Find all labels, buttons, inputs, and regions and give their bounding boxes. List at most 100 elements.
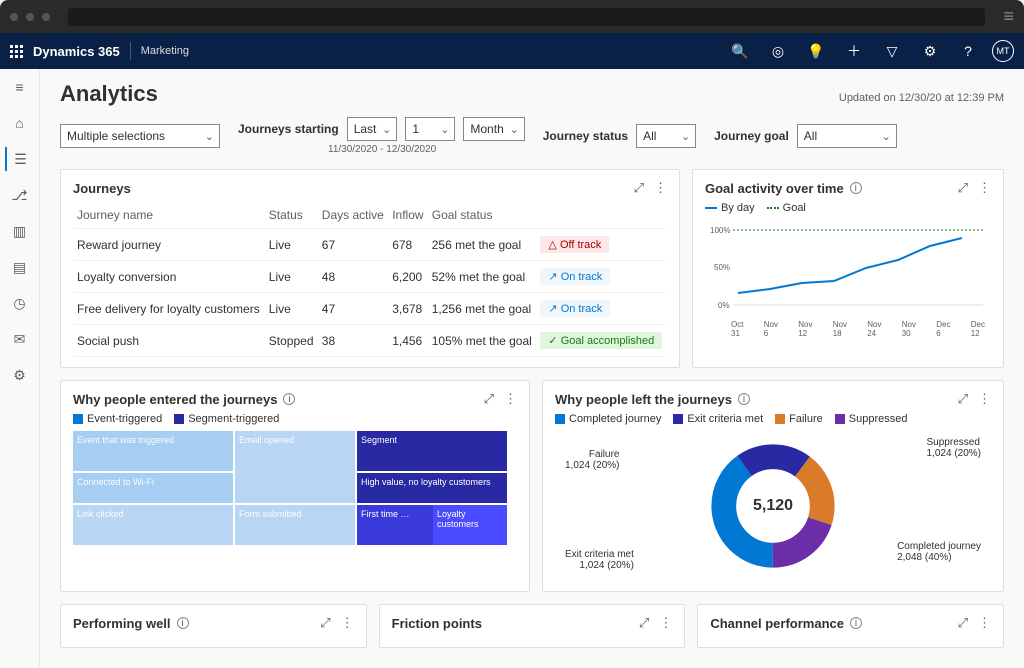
status-badge: ↗ On track <box>540 268 610 285</box>
lbl-failure: Failure <box>565 449 619 460</box>
nav-settings-icon[interactable]: ⚙ <box>5 363 35 387</box>
expand-icon[interactable]: ⤢ <box>639 615 649 631</box>
nav-reports-icon[interactable]: ▥ <box>5 219 35 243</box>
cell: 256 met the goal <box>428 229 537 261</box>
table-row[interactable]: Social pushStopped381,456105% met the go… <box>73 325 667 357</box>
window-dot <box>26 13 34 21</box>
cell: Live <box>265 229 318 261</box>
more-icon[interactable]: ⋮ <box>341 615 354 631</box>
lightbulb-icon[interactable]: 💡 <box>802 37 830 65</box>
gear-icon[interactable]: ⚙ <box>916 37 944 65</box>
target-icon[interactable]: ◎ <box>764 37 792 65</box>
period-last-select[interactable]: Last <box>347 117 398 141</box>
nav-analytics-icon[interactable]: ☰ <box>5 147 35 171</box>
cell: 38 <box>318 325 388 357</box>
table-row[interactable]: Reward journeyLive67678256 met the goal△… <box>73 229 667 261</box>
col-header: Status <box>265 202 318 229</box>
svg-text:100%: 100% <box>710 226 730 235</box>
left-nav: ≡ ⌂ ☰ ⎇ ▥ ▤ ◷ ✉ ⚙ <box>0 69 40 668</box>
expand-icon[interactable]: ⤢ <box>958 180 968 196</box>
browser-menu-icon[interactable]: ≡ <box>1003 6 1014 27</box>
scope-select[interactable]: Multiple selections <box>60 124 220 148</box>
cell: Loyalty conversion <box>73 261 265 293</box>
more-icon[interactable]: ⋮ <box>978 615 991 631</box>
module-name: Marketing <box>141 45 189 57</box>
leg-failure: Failure <box>789 413 823 425</box>
address-bar[interactable] <box>68 8 985 26</box>
nav-globe-icon[interactable]: ◷ <box>5 291 35 315</box>
info-icon[interactable]: i <box>850 182 862 194</box>
expand-icon[interactable]: ⤢ <box>634 180 644 196</box>
info-icon[interactable]: i <box>850 617 862 629</box>
more-icon[interactable]: ⋮ <box>654 180 667 196</box>
nav-home-icon[interactable]: ⌂ <box>5 111 35 135</box>
cell: Free delivery for loyalty customers <box>73 293 265 325</box>
expand-icon[interactable]: ⤢ <box>320 615 330 631</box>
nav-chat-icon[interactable]: ✉ <box>5 327 35 351</box>
lbl-comp-v: 2,048 (40%) <box>897 552 981 563</box>
leg-completed: Completed journey <box>569 413 661 425</box>
treemap-chart: Event that was triggered Connected to Wi… <box>73 431 517 545</box>
lbl-sup: Suppressed <box>927 437 981 448</box>
cell-badge: ✓ Goal accomplished <box>536 325 667 357</box>
info-icon[interactable]: i <box>283 393 295 405</box>
more-icon[interactable]: ⋮ <box>978 180 991 196</box>
goal-line-chart: 100% 50% 0% Oct31Nov6Nov12Nov18Nov24Nov3… <box>705 220 991 320</box>
leg-exit: Exit criteria met <box>687 413 763 425</box>
cell: Stopped <box>265 325 318 357</box>
tm-tile: Connected to Wi-Fi <box>73 473 233 503</box>
help-icon[interactable]: ? <box>954 37 982 65</box>
lbl-failure-v: 1,024 (20%) <box>565 460 619 471</box>
goal-select[interactable]: All <box>797 124 897 148</box>
svg-text:50%: 50% <box>714 263 730 272</box>
page-title: Analytics <box>60 81 158 107</box>
goal-activity-title: Goal activity over time <box>705 181 844 196</box>
expand-icon[interactable]: ⤢ <box>484 391 494 407</box>
expand-icon[interactable]: ⤢ <box>958 391 968 407</box>
cell: 3,678 <box>388 293 428 325</box>
topbar: Dynamics 365 Marketing 🔍 ◎ 💡 ＋ ▽ ⚙ ? MT <box>0 33 1024 69</box>
brand-name: Dynamics 365 <box>33 44 120 59</box>
period-unit-select[interactable]: Month <box>463 117 524 141</box>
svg-text:0%: 0% <box>718 301 730 310</box>
more-icon[interactable]: ⋮ <box>978 391 991 407</box>
avatar[interactable]: MT <box>992 40 1014 62</box>
period-count-select[interactable]: 1 <box>405 117 455 141</box>
app-launcher-icon[interactable] <box>10 45 23 58</box>
left-card: Why people left the journeys i ⤢ ⋮ Compl… <box>542 380 1004 592</box>
channel-title: Channel performance <box>710 616 844 631</box>
nav-assets-icon[interactable]: ▤ <box>5 255 35 279</box>
cell: 67 <box>318 229 388 261</box>
status-badge: △ Off track <box>540 236 609 253</box>
cell: 678 <box>388 229 428 261</box>
performing-card: Performing well i ⤢ ⋮ <box>60 604 367 648</box>
nav-collapse-icon[interactable]: ≡ <box>5 75 35 99</box>
col-header: Inflow <box>388 202 428 229</box>
table-row[interactable]: Free delivery for loyalty customersLive4… <box>73 293 667 325</box>
search-icon[interactable]: 🔍 <box>726 37 754 65</box>
expand-icon[interactable]: ⤢ <box>958 615 968 631</box>
cell-badge: ↗ On track <box>536 261 667 293</box>
nav-journeys-icon[interactable]: ⎇ <box>5 183 35 207</box>
performing-title: Performing well <box>73 616 171 631</box>
divider <box>130 42 131 60</box>
cell: 105% met the goal <box>428 325 537 357</box>
plus-icon[interactable]: ＋ <box>840 37 868 65</box>
journeys-title: Journeys <box>73 181 131 196</box>
info-icon[interactable]: i <box>177 617 189 629</box>
info-icon[interactable]: i <box>738 393 750 405</box>
status-select[interactable]: All <box>636 124 696 148</box>
cell: Reward journey <box>73 229 265 261</box>
cell-badge: ↗ On track <box>536 293 667 325</box>
donut-total: 5,120 <box>753 497 793 515</box>
more-icon[interactable]: ⋮ <box>504 391 517 407</box>
table-row[interactable]: Loyalty conversionLive486,20052% met the… <box>73 261 667 293</box>
lbl-comp: Completed journey <box>897 541 981 552</box>
col-header <box>536 202 667 229</box>
goal-label: Journey goal <box>714 129 789 143</box>
browser-chrome: ≡ <box>0 0 1024 33</box>
goal-activity-card: Goal activity over time i ⤢ ⋮ By day Goa… <box>692 169 1004 368</box>
filter-icon[interactable]: ▽ <box>878 37 906 65</box>
more-icon[interactable]: ⋮ <box>659 615 672 631</box>
journeys-card: Journeys ⤢ ⋮ Journey nameStatusDays acti… <box>60 169 680 368</box>
